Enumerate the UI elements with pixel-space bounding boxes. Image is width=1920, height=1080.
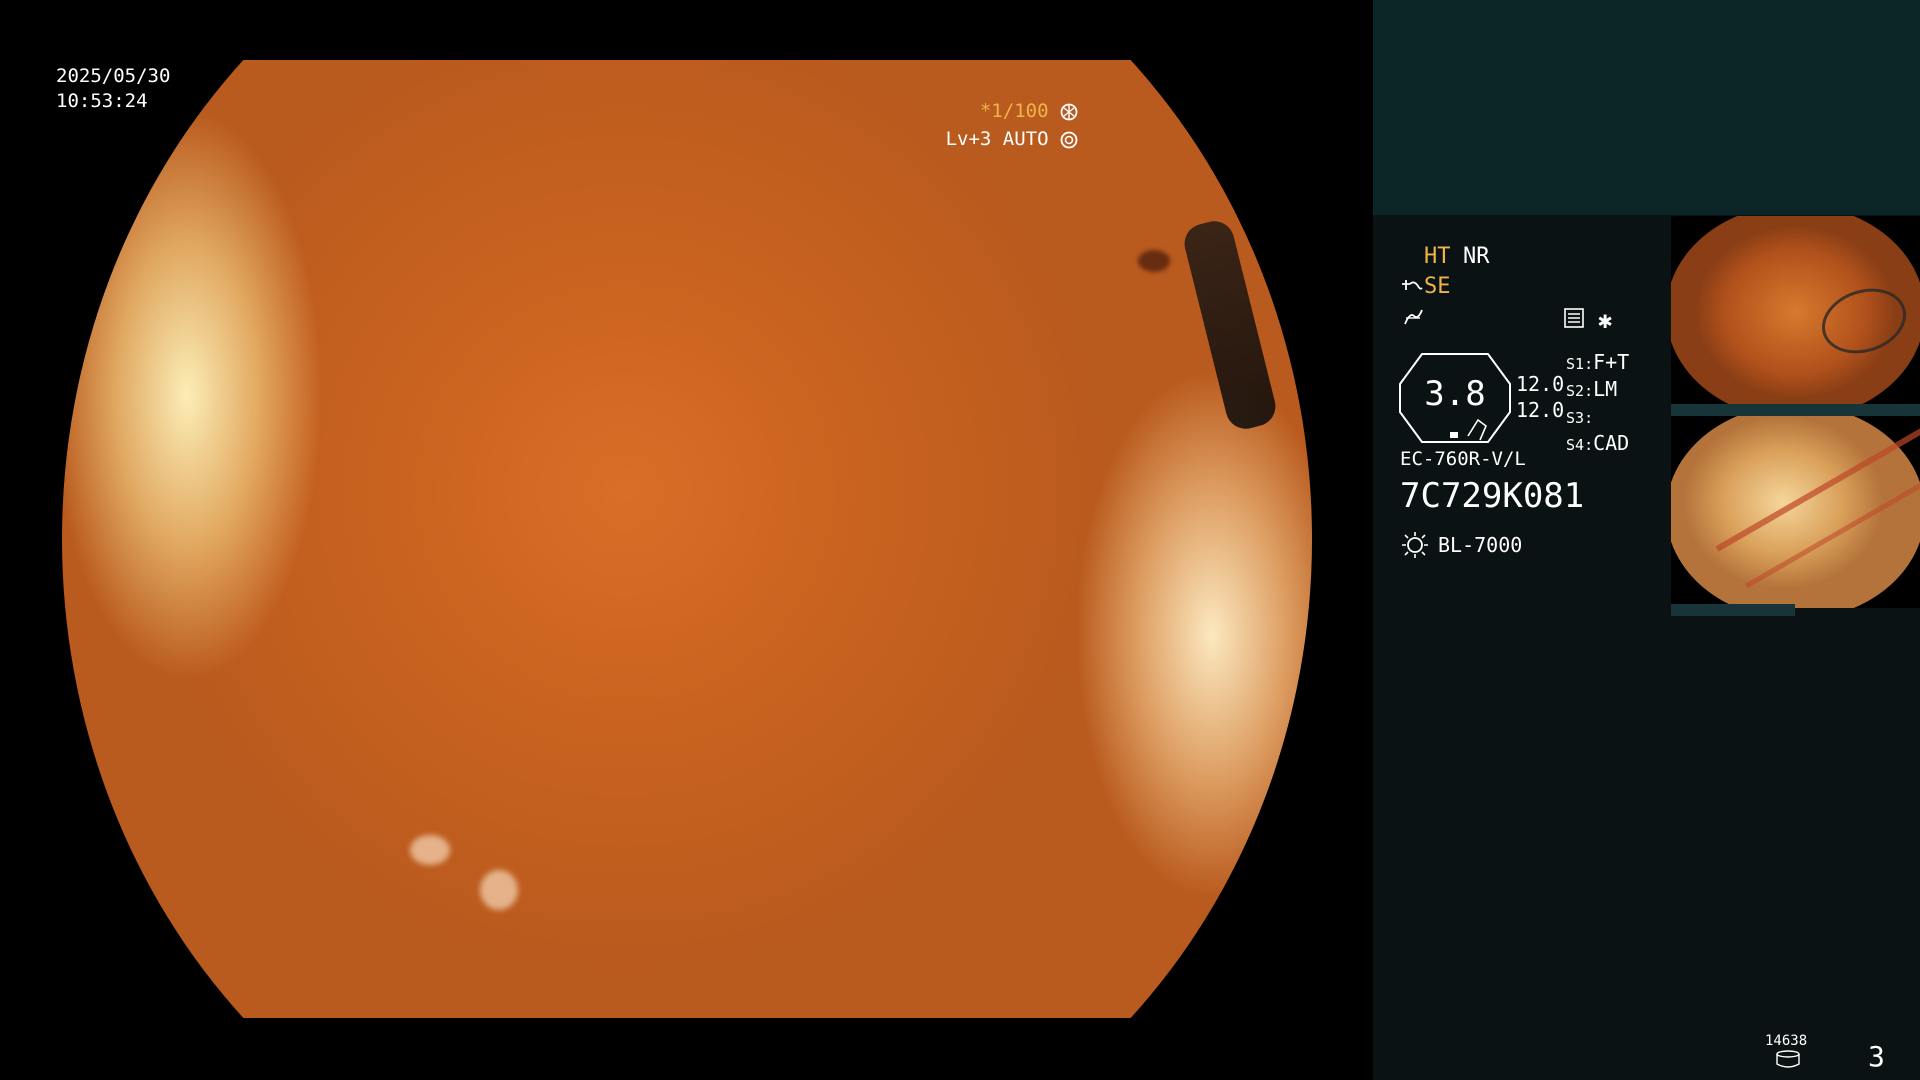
capture-thumbnail-1[interactable] [1671, 216, 1920, 408]
switch-item: S3: [1566, 409, 1594, 427]
scope-model: EC-760R-V/L [1400, 448, 1526, 470]
nr-label: NR [1463, 244, 1490, 269]
lesion-shadow [1138, 250, 1170, 272]
wave-icon [1400, 276, 1424, 298]
level-value: Lv+3 AUTO [945, 128, 1049, 150]
info-panel-header [1373, 0, 1920, 215]
storage-count: 14638 [1765, 1033, 1808, 1049]
scope-serial: 7C729K081 [1400, 476, 1585, 516]
mucosa-highlight [480, 870, 518, 910]
light-source: BL-7000 [1438, 533, 1523, 557]
value-1: 12.0 [1516, 372, 1565, 396]
endoscope-live-view [62, 60, 1312, 1018]
capture-thumbnail-2[interactable] [1671, 416, 1920, 608]
zoom-indicator: 3.8 [1398, 352, 1512, 444]
curve-icon [1402, 306, 1424, 328]
database-icon [1775, 1050, 1801, 1068]
thumbnail-bar [1671, 404, 1920, 416]
switch-item: S2:LM [1566, 377, 1618, 401]
overlay-date: 2025/05/30 [56, 65, 171, 87]
capture-count: 3 [1868, 1040, 1885, 1073]
overlay-shutter: *1/100 [980, 98, 1078, 124]
mucosa-highlight [410, 835, 450, 865]
overlay-level: Lv+3 AUTO [946, 126, 1078, 152]
thumbnail-image [1671, 416, 1920, 608]
aperture-icon [1060, 103, 1078, 121]
value-2: 12.0 [1516, 398, 1565, 422]
ht-label: HT [1424, 244, 1451, 269]
switch-item: S1:F+T [1566, 350, 1630, 374]
thumbnail-bar [1671, 604, 1795, 616]
switch-item: S4:CAD [1566, 431, 1630, 455]
settings-list-icon [1563, 307, 1585, 329]
zoom-value: 3.8 [1424, 374, 1486, 414]
se-label: SE [1424, 274, 1451, 299]
sun-icon [1400, 531, 1430, 559]
shutter-value: *1/100 [979, 100, 1049, 122]
iris-icon [1060, 131, 1078, 149]
overlay-time: 10:53:24 [56, 90, 148, 112]
asterisk-icon: ✱ [1598, 306, 1613, 334]
switch-list: S1:F+T S2:LM S3: S4:CAD [1566, 350, 1629, 458]
